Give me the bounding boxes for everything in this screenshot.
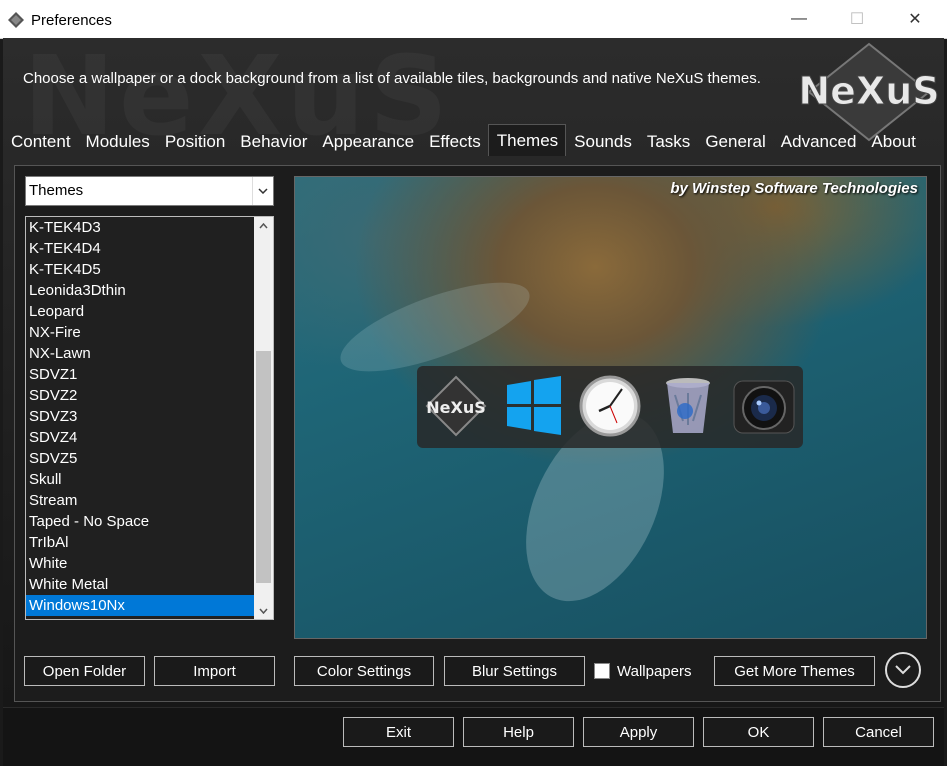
- theme-list-item[interactable]: SDVZ4: [26, 427, 255, 448]
- theme-list-item[interactable]: Taped - No Space: [26, 511, 255, 532]
- apply-button[interactable]: Apply: [583, 717, 694, 747]
- tab-advanced[interactable]: Advanced: [773, 124, 864, 156]
- theme-list-item[interactable]: SDVZ5: [26, 448, 255, 469]
- wallpapers-checkbox-box[interactable]: [594, 663, 610, 679]
- svg-text:NeXuS: NeXuS: [799, 69, 939, 113]
- theme-list-item[interactable]: SDVZ1: [26, 364, 255, 385]
- theme-list-item[interactable]: SDVZ3: [26, 406, 255, 427]
- exit-button[interactable]: Exit: [343, 717, 454, 747]
- minimize-icon: —: [791, 10, 807, 27]
- help-button[interactable]: Help: [463, 717, 574, 747]
- dock-preview: NeXuS: [417, 366, 803, 448]
- theme-list-item[interactable]: White Metal: [26, 574, 255, 595]
- theme-list-item[interactable]: Stream: [26, 490, 255, 511]
- scrollbar-thumb[interactable]: [256, 351, 271, 583]
- scroll-up-button[interactable]: [254, 217, 273, 234]
- minimize-button[interactable]: —: [776, 0, 822, 38]
- blur-settings-button[interactable]: Blur Settings: [444, 656, 585, 686]
- app-icon: [8, 12, 24, 28]
- tab-tasks[interactable]: Tasks: [639, 124, 697, 156]
- theme-list-item[interactable]: K-TEK4D4: [26, 238, 255, 259]
- window-client: NeXuS Choose a wallpaper or a dock backg…: [3, 32, 944, 766]
- wallpapers-label: Wallpapers: [617, 662, 692, 680]
- theme-list-item[interactable]: Skull: [26, 469, 255, 490]
- nexus-logo-icon: NeXuS: [425, 375, 487, 437]
- tab-modules[interactable]: Modules: [78, 124, 157, 156]
- expand-button[interactable]: [885, 652, 921, 688]
- tab-behavior[interactable]: Behavior: [232, 124, 314, 156]
- theme-list-item[interactable]: Leopard: [26, 301, 255, 322]
- color-settings-button[interactable]: Color Settings: [294, 656, 434, 686]
- theme-list-items: K-TEK4D3 K-TEK4D4 K-TEK4D5 Leonida3Dthin Leo…: [26, 217, 255, 616]
- theme-list-item[interactable]: Windows10Nx: [26, 595, 255, 616]
- ok-button[interactable]: OK: [703, 717, 814, 747]
- window-title: Preferences: [31, 12, 112, 29]
- tab-bar: Content Modules Position Behavior Appear…: [3, 124, 923, 156]
- theme-list-item[interactable]: Leonida3Dthin: [26, 280, 255, 301]
- tab-content[interactable]: Content: [3, 124, 78, 156]
- wallpapers-checkbox[interactable]: Wallpapers: [594, 656, 691, 686]
- list-scrollbar[interactable]: [254, 217, 273, 619]
- themes-panel: Themes K-TEK4D3 K-TEK4D4 K-TEK4D5 Leonida3D…: [14, 165, 941, 702]
- scroll-down-button[interactable]: [254, 602, 273, 619]
- import-button[interactable]: Import: [154, 656, 275, 686]
- theme-list-item[interactable]: NX-Lawn: [26, 343, 255, 364]
- theme-list-item[interactable]: SDVZ2: [26, 385, 255, 406]
- tab-sounds[interactable]: Sounds: [566, 124, 639, 156]
- category-select-value: Themes: [29, 182, 84, 199]
- chevron-down-icon: [895, 665, 911, 675]
- close-button[interactable]: ✕: [892, 0, 938, 38]
- maximize-button[interactable]: ☐: [834, 0, 880, 38]
- tab-position[interactable]: Position: [157, 124, 232, 156]
- theme-list[interactable]: K-TEK4D3 K-TEK4D4 K-TEK4D5 Leonida3Dthin Leo…: [25, 216, 274, 620]
- open-folder-button[interactable]: Open Folder: [24, 656, 145, 686]
- cancel-button[interactable]: Cancel: [823, 717, 934, 747]
- chevron-up-icon: [259, 222, 268, 228]
- close-icon: ✕: [908, 11, 922, 28]
- dock-logo-text: NeXuS: [426, 398, 486, 417]
- preview-credit: by Winstep Software Technologies: [670, 180, 918, 197]
- tab-about[interactable]: About: [863, 124, 922, 156]
- chevron-down-icon: [259, 608, 268, 614]
- recycle-bin-icon: [666, 378, 710, 433]
- get-more-themes-button[interactable]: Get More Themes: [714, 656, 875, 686]
- theme-list-item[interactable]: White: [26, 553, 255, 574]
- camera-icon: [733, 380, 795, 434]
- windows-logo-icon: [507, 376, 561, 435]
- tab-effects[interactable]: Effects: [421, 124, 488, 156]
- theme-list-item[interactable]: TrIbAl: [26, 532, 255, 553]
- tab-general[interactable]: General: [697, 124, 772, 156]
- page-description: Choose a wallpaper or a dock background …: [23, 70, 761, 87]
- tab-themes[interactable]: Themes: [487, 124, 567, 156]
- theme-list-item[interactable]: NX-Fire: [26, 322, 255, 343]
- category-select[interactable]: Themes: [25, 176, 274, 206]
- theme-list-item[interactable]: K-TEK4D5: [26, 259, 255, 280]
- clock-icon: [579, 375, 641, 437]
- tab-appearance[interactable]: Appearance: [314, 124, 421, 156]
- theme-preview: by Winstep Software Technologies NeXuS: [294, 176, 927, 639]
- theme-list-item[interactable]: K-TEK4D3: [26, 217, 255, 238]
- maximize-icon: ☐: [849, 11, 865, 28]
- chevron-down-icon: [252, 177, 273, 205]
